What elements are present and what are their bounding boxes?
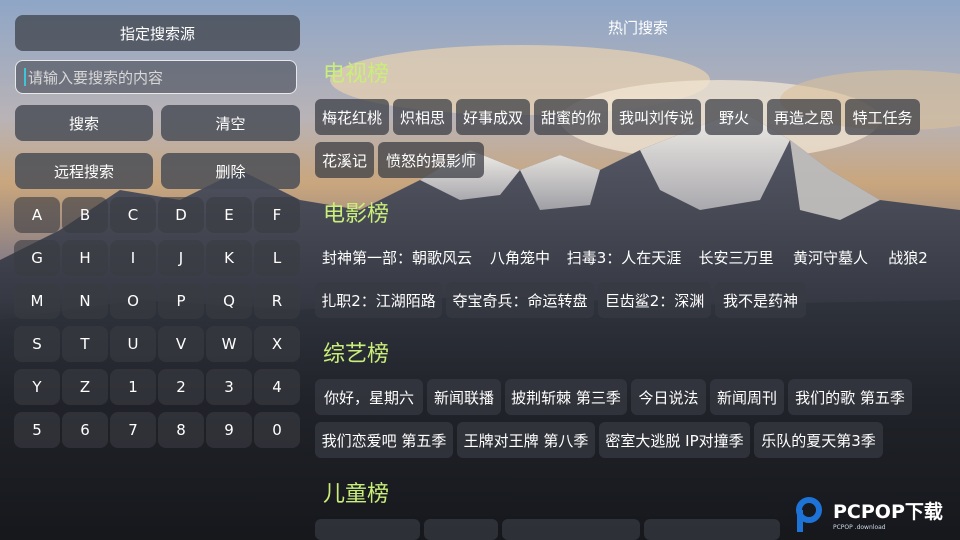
- ranking-item[interactable]: 特工任务: [845, 99, 920, 135]
- ranking-item[interactable]: 炽相思: [393, 99, 452, 135]
- key-e[interactable]: E: [206, 197, 252, 233]
- key-u[interactable]: U: [110, 326, 156, 362]
- key-0[interactable]: 0: [254, 412, 300, 448]
- key-5[interactable]: 5: [14, 412, 60, 448]
- ranking-item[interactable]: 封神第一部：朝歌风云: [315, 239, 479, 275]
- ranking-item[interactable]: 好事成双: [456, 99, 530, 135]
- text-cursor: [24, 68, 26, 86]
- svg-text:PCPOP .download: PCPOP .download: [833, 524, 886, 531]
- ranking-item[interactable]: 新闻周刊: [710, 379, 784, 415]
- key-n[interactable]: N: [62, 283, 108, 319]
- ranking-item[interactable]: 扎职2：江湖陌路: [315, 282, 442, 318]
- ranking-item[interactable]: 扫毒3：人在天涯: [561, 239, 687, 275]
- key-8[interactable]: 8: [158, 412, 204, 448]
- ranking-item[interactable]: 黄河守墓人: [785, 239, 876, 275]
- ranking-item[interactable]: 今日说法: [631, 379, 706, 415]
- key-y[interactable]: Y: [14, 369, 60, 405]
- key-b[interactable]: B: [62, 197, 108, 233]
- search-placeholder: 请输入要搜索的内容: [28, 68, 164, 87]
- ranking-item[interactable]: 愤怒的摄影师: [378, 142, 484, 178]
- delete-button[interactable]: 删除: [161, 153, 300, 189]
- search-button[interactable]: 搜索: [15, 105, 153, 141]
- key-k[interactable]: K: [206, 240, 252, 276]
- key-a[interactable]: A: [14, 197, 60, 233]
- key-g[interactable]: G: [14, 240, 60, 276]
- ranking-item[interactable]: 我叫刘传说: [612, 99, 701, 135]
- tv-ranking-title: 电视榜: [323, 62, 390, 87]
- ranking-item[interactable]: 披荆斩棘 第三季: [505, 379, 627, 415]
- ranking-item[interactable]: 我们的歌 第五季: [788, 379, 912, 415]
- key-6[interactable]: 6: [62, 412, 108, 448]
- ranking-item[interactable]: 巨齿鲨2：深渊: [598, 282, 711, 318]
- ranking-item[interactable]: 乐队的夏天第3季: [754, 422, 883, 458]
- key-v[interactable]: V: [158, 326, 204, 362]
- key-d[interactable]: D: [158, 197, 204, 233]
- ranking-item[interactable]: 你好，星期六: [315, 379, 423, 415]
- kids-item[interactable]: [424, 519, 498, 540]
- key-h[interactable]: H: [62, 240, 108, 276]
- ranking-item[interactable]: 我不是药神: [715, 282, 806, 318]
- ranking-item[interactable]: 花溪记: [315, 142, 374, 178]
- ranking-item[interactable]: 我们恋爱吧 第五季: [315, 422, 453, 458]
- ranking-item[interactable]: 八角笼中: [483, 239, 557, 275]
- key-t[interactable]: T: [62, 326, 108, 362]
- clear-button[interactable]: 清空: [161, 105, 300, 141]
- key-m[interactable]: M: [14, 283, 60, 319]
- kids-ranking-title: 儿童榜: [323, 482, 390, 507]
- kids-item[interactable]: [502, 519, 640, 540]
- remote-search-button[interactable]: 远程搜索: [15, 153, 153, 189]
- ranking-item[interactable]: 长安三万里: [691, 239, 781, 275]
- ranking-item[interactable]: 野火: [705, 99, 763, 135]
- key-f[interactable]: F: [254, 197, 300, 233]
- key-1[interactable]: 1: [110, 369, 156, 405]
- ranking-item[interactable]: 再造之恩: [767, 99, 841, 135]
- pcpop-watermark-logo: PCPOP下载 PCPOP .download: [796, 497, 943, 532]
- key-c[interactable]: C: [110, 197, 156, 233]
- kids-item[interactable]: [315, 519, 420, 540]
- key-q[interactable]: Q: [206, 283, 252, 319]
- key-p[interactable]: P: [158, 283, 204, 319]
- key-4[interactable]: 4: [254, 369, 300, 405]
- key-3[interactable]: 3: [206, 369, 252, 405]
- key-9[interactable]: 9: [206, 412, 252, 448]
- key-7[interactable]: 7: [110, 412, 156, 448]
- key-z[interactable]: Z: [62, 369, 108, 405]
- key-j[interactable]: J: [158, 240, 204, 276]
- ranking-item[interactable]: 战狼2: [880, 239, 936, 275]
- key-2[interactable]: 2: [158, 369, 204, 405]
- key-w[interactable]: W: [206, 326, 252, 362]
- ranking-item[interactable]: 梅花红桃: [315, 99, 389, 135]
- kids-item[interactable]: [644, 519, 780, 540]
- key-r[interactable]: R: [254, 283, 300, 319]
- search-input[interactable]: 请输入要搜索的内容: [15, 60, 297, 94]
- ranking-item[interactable]: 王牌对王牌 第八季: [457, 422, 595, 458]
- variety-ranking-title: 综艺榜: [323, 342, 390, 367]
- key-x[interactable]: X: [254, 326, 300, 362]
- ranking-item[interactable]: 密室大逃脱 IP对撞季: [599, 422, 750, 458]
- hot-search-title: 热门搜索: [607, 19, 668, 37]
- source-select-button[interactable]: 指定搜索源: [15, 15, 300, 51]
- svg-text:PCPOP下载: PCPOP下载: [833, 500, 943, 523]
- ranking-item[interactable]: 夺宝奇兵：命运转盘: [446, 282, 594, 318]
- ranking-item[interactable]: 甜蜜的你: [534, 99, 608, 135]
- key-l[interactable]: L: [254, 240, 300, 276]
- key-s[interactable]: S: [14, 326, 60, 362]
- key-o[interactable]: O: [110, 283, 156, 319]
- ranking-item[interactable]: 新闻联播: [427, 379, 501, 415]
- key-i[interactable]: I: [110, 240, 156, 276]
- movie-ranking-title: 电影榜: [323, 202, 390, 227]
